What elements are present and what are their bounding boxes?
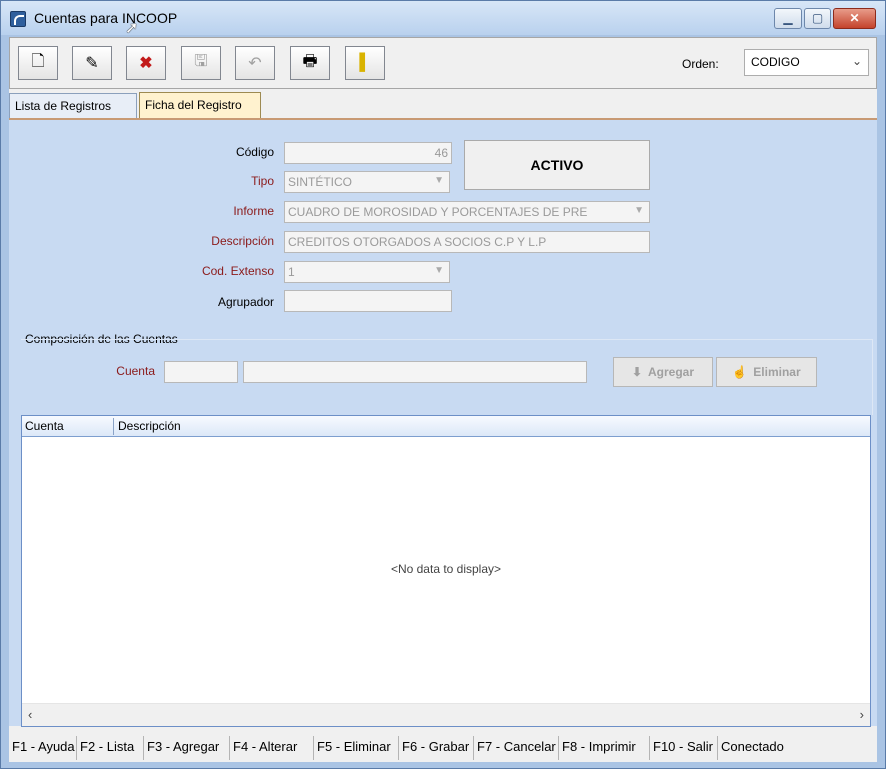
status-bar: F1 - Ayuda F2 - Lista F3 - Agregar F4 - … bbox=[9, 736, 877, 760]
toolbar: 🗋 ✎ ✖ 🖫 ↶ 🖶 ▌ Orden: CODIGO ⌄ bbox=[9, 37, 877, 89]
status-f2: F2 - Lista bbox=[77, 736, 144, 760]
save-icon: 🖫 bbox=[194, 52, 208, 70]
order-select[interactable]: CODIGO ⌄ bbox=[744, 49, 869, 76]
scroll-left-icon[interactable]: ‹ bbox=[28, 707, 32, 722]
add-account-button[interactable]: ⬇ Agregar bbox=[613, 357, 713, 387]
chevron-down-icon: ⌄ bbox=[851, 54, 862, 68]
app-icon bbox=[10, 11, 26, 27]
delete-button[interactable]: ✖ bbox=[126, 46, 166, 80]
order-label: Orden: bbox=[682, 57, 719, 71]
app-window: Cuentas para INCOOP ➚ ▁ ▢ ✕ 🗋 ✎ ✖ 🖫 ↶ 🖶 … bbox=[0, 0, 886, 769]
maximize-button[interactable]: ▢ bbox=[804, 8, 831, 29]
informe-value: CUADRO DE MOROSIDAD Y PORCENTAJES DE PRE bbox=[288, 205, 588, 219]
edit-button[interactable]: ✎ bbox=[72, 46, 112, 80]
order-value: CODIGO bbox=[751, 55, 800, 69]
dropdown-arrow-icon: ▼ bbox=[434, 175, 444, 186]
informe-select[interactable]: CUADRO DE MOROSIDAD Y PORCENTAJES DE PRE… bbox=[284, 201, 650, 223]
status-f5: F5 - Eliminar bbox=[314, 736, 399, 760]
status-badge: ACTIVO bbox=[464, 140, 650, 190]
empty-grid-message: <No data to display> bbox=[390, 562, 502, 576]
scroll-right-icon[interactable]: › bbox=[860, 707, 864, 722]
descripcion-field[interactable]: CREDITOS OTORGADOS A SOCIOS C.P Y L.P bbox=[284, 231, 650, 253]
column-divider bbox=[113, 418, 114, 435]
connection-status: Conectado bbox=[721, 739, 784, 754]
cod-extenso-label: Cod. Extenso bbox=[201, 264, 274, 278]
column-header-cuenta[interactable]: Cuenta bbox=[25, 419, 64, 433]
delete-icon: ✖ bbox=[139, 55, 153, 72]
undo-icon: ↶ bbox=[248, 55, 262, 72]
remove-account-button[interactable]: ☝ Eliminar bbox=[716, 357, 817, 387]
exit-door-icon: ▌ bbox=[359, 54, 371, 71]
client-area: 🗋 ✎ ✖ 🖫 ↶ 🖶 ▌ Orden: CODIGO ⌄ Lista de R… bbox=[9, 37, 877, 762]
tab-strip: Lista de Registros Ficha del Registro bbox=[9, 92, 877, 118]
dropdown-arrow-icon: ▼ bbox=[634, 205, 644, 216]
minimize-button[interactable]: ▁ bbox=[774, 8, 802, 29]
status-f1: F1 - Ayuda bbox=[9, 736, 77, 760]
cod-extenso-select[interactable]: 1 ▼ bbox=[284, 261, 450, 283]
codigo-label: Código bbox=[235, 145, 274, 159]
mouse-cursor-icon: ➚ bbox=[125, 20, 139, 37]
print-button[interactable]: 🖶 bbox=[290, 46, 330, 80]
status-f6: F6 - Grabar bbox=[399, 736, 474, 760]
codigo-field[interactable]: 46 bbox=[284, 142, 452, 164]
edit-document-icon: ✎ bbox=[85, 55, 99, 72]
grid-header: Cuenta Descripción bbox=[22, 416, 870, 437]
printer-icon: 🖶 bbox=[302, 52, 318, 70]
dropdown-arrow-icon: ▼ bbox=[434, 265, 444, 276]
tab-lista-registros[interactable]: Lista de Registros bbox=[9, 93, 137, 118]
tab-ficha-registro[interactable]: Ficha del Registro bbox=[139, 92, 261, 118]
undo-button[interactable]: ↶ bbox=[235, 46, 275, 80]
tipo-label: Tipo bbox=[251, 174, 274, 188]
cuenta-description-field[interactable] bbox=[243, 361, 587, 383]
cod-extenso-value: 1 bbox=[288, 265, 295, 279]
agrupador-label: Agrupador bbox=[217, 295, 274, 309]
add-icon: ⬇ bbox=[631, 365, 643, 379]
remove-button-label: Eliminar bbox=[753, 365, 801, 379]
descripcion-label: Descripción bbox=[211, 234, 274, 248]
status-f4: F4 - Alterar bbox=[230, 736, 314, 760]
accounts-grid[interactable]: Cuenta Descripción <No data to display> … bbox=[21, 415, 871, 727]
exit-button[interactable]: ▌ bbox=[345, 46, 385, 80]
record-panel: Código 46 Tipo SINTÉTICO ▼ Informe CUADR… bbox=[9, 118, 877, 727]
cuenta-label: Cuenta bbox=[116, 364, 155, 378]
status-f3: F3 - Agregar bbox=[144, 736, 230, 760]
window-title: Cuentas para INCOOP bbox=[34, 10, 178, 26]
tipo-value: SINTÉTICO bbox=[288, 175, 353, 189]
status-f7: F7 - Cancelar bbox=[474, 736, 559, 760]
add-button-label: Agregar bbox=[648, 365, 695, 379]
tipo-select[interactable]: SINTÉTICO ▼ bbox=[284, 171, 450, 193]
agrupador-field[interactable] bbox=[284, 290, 452, 312]
status-f10: F10 - Salir bbox=[650, 736, 718, 760]
remove-icon: ☝ bbox=[732, 365, 748, 379]
horizontal-scrollbar[interactable]: ‹ › bbox=[22, 703, 870, 726]
save-button[interactable]: 🖫 bbox=[181, 46, 221, 80]
title-bar[interactable]: Cuentas para INCOOP ➚ ▁ ▢ ✕ bbox=[1, 1, 885, 37]
new-document-icon: 🗋 bbox=[31, 52, 45, 70]
new-button[interactable]: 🗋 bbox=[18, 46, 58, 80]
cuenta-code-field[interactable] bbox=[164, 361, 238, 383]
column-header-descripcion[interactable]: Descripción bbox=[118, 419, 181, 433]
status-f8: F8 - Imprimir bbox=[559, 736, 650, 760]
close-button[interactable]: ✕ bbox=[833, 8, 876, 29]
informe-label: Informe bbox=[233, 204, 274, 218]
